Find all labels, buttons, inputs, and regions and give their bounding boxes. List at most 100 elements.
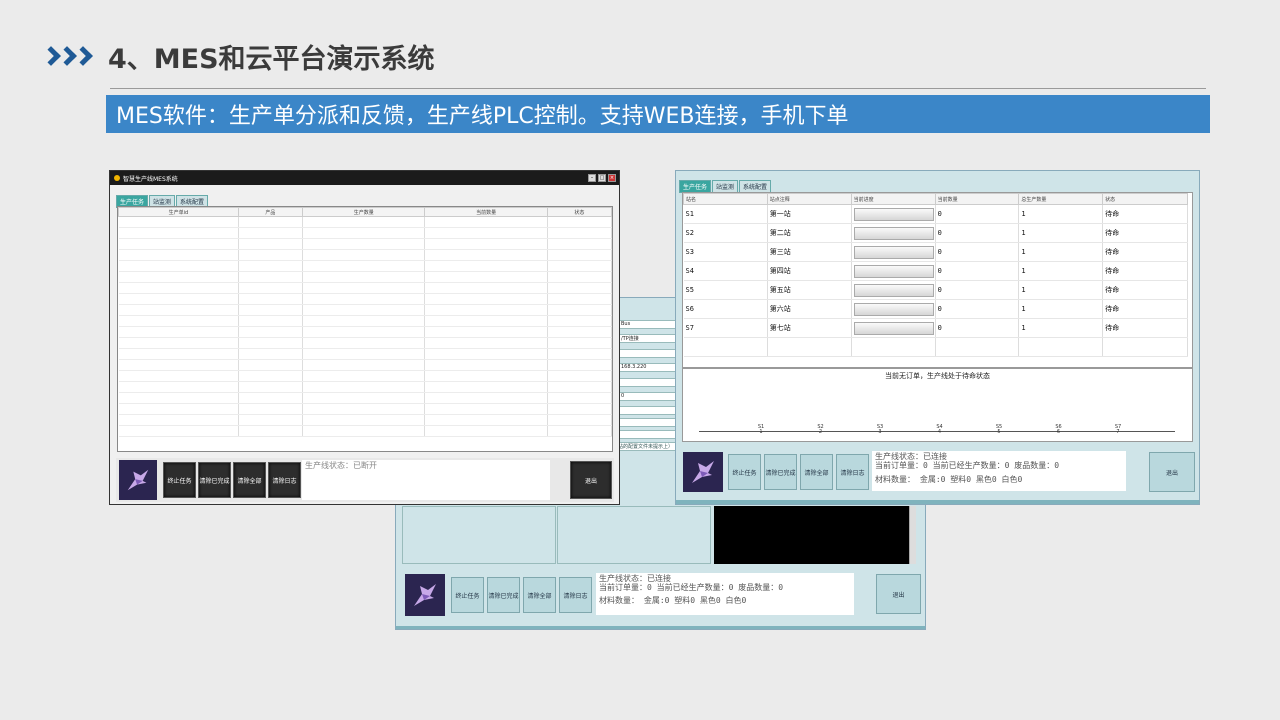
table-cell <box>547 392 613 404</box>
table-row[interactable] <box>118 425 613 437</box>
table-cell <box>238 249 304 261</box>
maximize-icon[interactable]: □ <box>598 174 606 182</box>
action-button-2[interactable]: 清除全部 <box>523 577 556 613</box>
config-field[interactable]: 168.3.220 <box>618 363 678 372</box>
table-row[interactable] <box>118 414 613 426</box>
total-count: 1 <box>1018 280 1104 300</box>
table-row[interactable] <box>118 359 613 371</box>
column-header: 站点注释 <box>766 193 852 205</box>
action-button-2[interactable]: 清除全部 <box>233 462 266 498</box>
table-row[interactable] <box>118 337 613 349</box>
table-cell <box>302 282 426 294</box>
table-row[interactable] <box>118 304 613 316</box>
progress-cell <box>851 261 936 281</box>
table-row[interactable]: S2 第二站 0 1 待命 <box>683 223 1188 243</box>
exit-button[interactable]: 退出 <box>1149 452 1195 492</box>
config-field[interactable]: /TP连接 <box>618 334 678 343</box>
table-row[interactable]: S5 第五站 0 1 待命 <box>683 280 1188 300</box>
table-cell <box>424 315 548 327</box>
action-button-1[interactable]: 清除已完成 <box>764 454 797 490</box>
station-marker: S4 4 <box>933 425 947 435</box>
station-number: 1 <box>759 429 763 435</box>
table-row[interactable]: S7 第七站 0 1 待命 <box>683 318 1188 338</box>
table-cell <box>424 337 548 349</box>
column-header: 当前数量 <box>934 193 1020 205</box>
table-cell <box>424 271 548 283</box>
minimize-icon[interactable]: – <box>588 174 596 182</box>
action-button-0[interactable]: 终止任务 <box>728 454 761 490</box>
column-header: 产品 <box>237 207 304 217</box>
table-cell <box>238 304 304 316</box>
station-name: 第二站 <box>767 223 852 243</box>
table-row[interactable] <box>118 282 613 294</box>
table-row[interactable] <box>118 403 613 415</box>
action-button-3[interactable]: 清除日志 <box>559 577 592 613</box>
table-row[interactable]: S4 第四站 0 1 待命 <box>683 261 1188 281</box>
action-button-2[interactable]: 清除全部 <box>800 454 833 490</box>
station-number: 6 <box>1056 429 1061 435</box>
table-cell <box>238 216 304 228</box>
config-field[interactable] <box>618 378 678 387</box>
progress-bar <box>853 207 934 221</box>
config-field[interactable] <box>618 349 678 358</box>
config-field[interactable] <box>618 430 678 439</box>
scrollbar[interactable] <box>909 506 916 564</box>
table-row[interactable] <box>118 370 613 382</box>
control-panel: 终止任务 清除已完成 清除全部 清除日志 生产线状态：已连接 当前订单量：0 当前已经… <box>399 572 924 624</box>
action-button-3[interactable]: 清除日志 <box>836 454 869 490</box>
table-cell <box>424 260 548 272</box>
table-cell <box>238 392 304 404</box>
config-field[interactable]: Bus <box>618 320 678 329</box>
table-row[interactable] <box>118 238 613 250</box>
table-row[interactable]: S3 第三站 0 1 待命 <box>683 242 1188 262</box>
table-cell <box>424 359 548 371</box>
config-field[interactable] <box>618 418 678 427</box>
table-cell <box>547 370 613 382</box>
current-count: 0 <box>935 242 1020 262</box>
close-icon[interactable]: × <box>608 174 616 182</box>
action-button-1[interactable]: 清除已完成 <box>198 462 231 498</box>
station-id: S5 <box>683 280 768 300</box>
table-row[interactable] <box>118 216 613 228</box>
exit-button[interactable]: 退出 <box>570 461 612 499</box>
config-field[interactable] <box>618 406 678 415</box>
table-row[interactable] <box>118 293 613 305</box>
table-cell <box>118 304 239 316</box>
table-cell <box>424 282 548 294</box>
control-panel: 终止任务 清除已完成 清除全部 清除日志 生产线状态：已连接 当前订单量：0 当前已经… <box>681 450 1196 494</box>
table-cell <box>424 414 548 426</box>
table-cell <box>118 370 239 382</box>
table-cell <box>118 293 239 305</box>
table-row[interactable] <box>118 392 613 404</box>
table-cell <box>302 370 426 382</box>
table-row[interactable] <box>118 227 613 239</box>
table-cell <box>118 414 239 426</box>
table-cell <box>424 370 548 382</box>
action-button-3[interactable]: 清除日志 <box>268 462 301 498</box>
table-cell <box>118 359 239 371</box>
table-row[interactable] <box>118 315 613 327</box>
table-cell <box>1018 337 1104 357</box>
table-cell <box>302 381 426 393</box>
table-row[interactable] <box>118 249 613 261</box>
table-row[interactable] <box>118 348 613 360</box>
station-name: 第三站 <box>767 242 852 262</box>
station-marker: S6 6 <box>1052 425 1066 435</box>
table-row[interactable]: S1 第一站 0 1 待命 <box>683 204 1188 224</box>
action-button-0[interactable]: 终止任务 <box>163 462 196 498</box>
table-row[interactable] <box>118 271 613 283</box>
table-cell <box>424 293 548 305</box>
table-row[interactable] <box>683 337 1188 357</box>
station-name: 第六站 <box>767 299 852 319</box>
action-button-0[interactable]: 终止任务 <box>451 577 484 613</box>
table-row[interactable] <box>118 260 613 272</box>
table-cell <box>547 227 613 239</box>
exit-button[interactable]: 退出 <box>876 574 921 614</box>
total-count: 1 <box>1018 242 1104 262</box>
table-row[interactable]: S6 第六站 0 1 待命 <box>683 299 1188 319</box>
config-field[interactable]: 0 <box>618 392 678 401</box>
action-button-1[interactable]: 清除已完成 <box>487 577 520 613</box>
table-row[interactable] <box>118 381 613 393</box>
table-row[interactable] <box>118 326 613 338</box>
station-state: 待命 <box>1102 223 1188 243</box>
